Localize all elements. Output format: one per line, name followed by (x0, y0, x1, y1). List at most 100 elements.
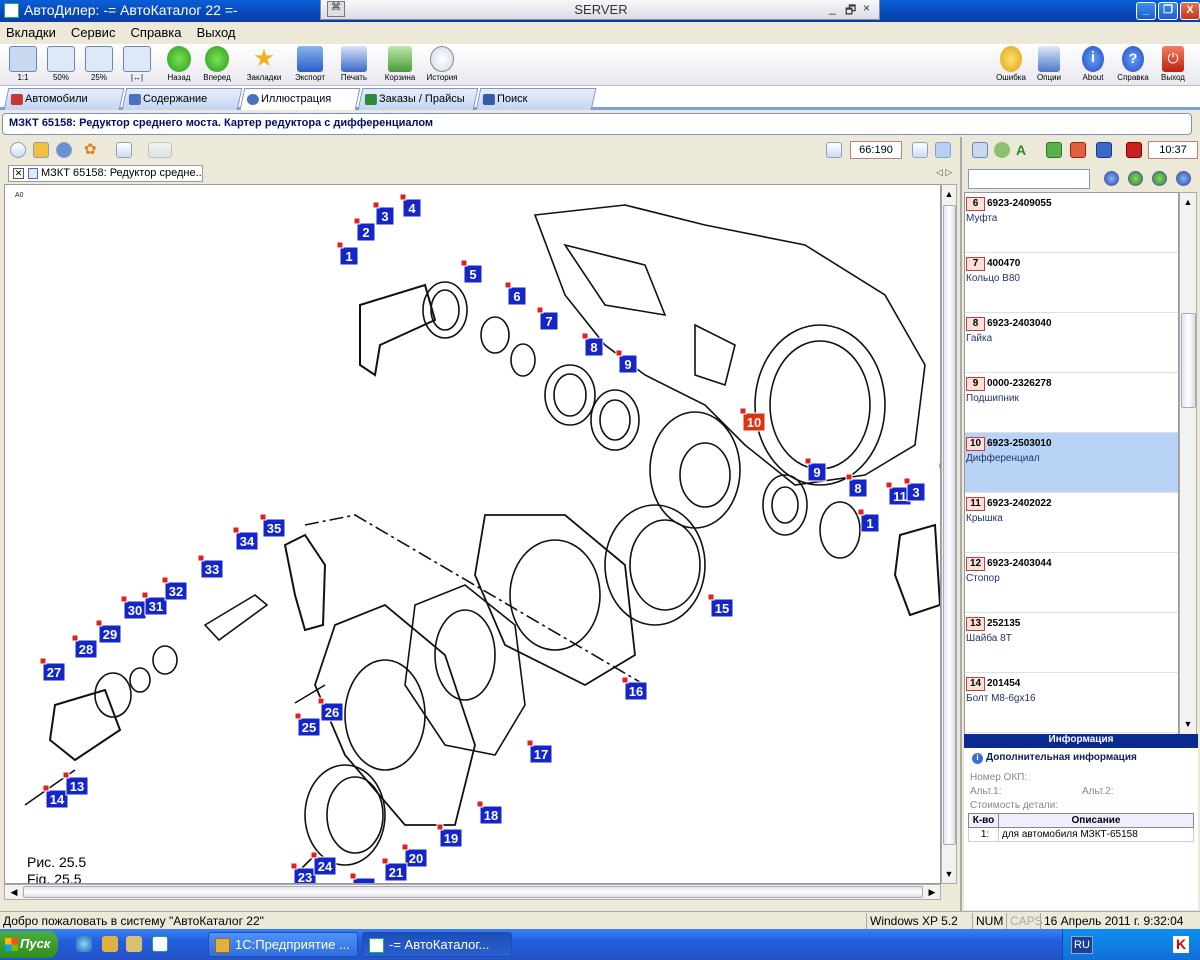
last-page-icon[interactable] (1176, 171, 1191, 186)
callout-13[interactable]: 13 (62, 771, 89, 796)
export-button[interactable]: Экспорт (290, 46, 330, 82)
zoom-50-button[interactable]: 50% (44, 46, 78, 82)
minimize-button[interactable]: _ (1136, 2, 1156, 20)
delete-icon[interactable] (1070, 142, 1086, 158)
list-item[interactable]: 8 6923-2403040 Гайка (965, 313, 1178, 373)
about-button[interactable]: i About (1076, 46, 1110, 82)
scroll-up-icon[interactable]: ▲ (942, 187, 956, 201)
history-button[interactable]: История (422, 46, 462, 82)
callout-9[interactable]: 9 (804, 457, 827, 482)
globe-icon[interactable] (56, 142, 72, 158)
callout-3[interactable]: 3 (372, 201, 395, 226)
callout-7[interactable]: 7 (536, 306, 559, 331)
callout-8[interactable]: 8 (845, 473, 868, 498)
close-doc-tab-icon[interactable]: ✕ (13, 168, 24, 179)
menu-exit[interactable]: Выход (191, 22, 242, 43)
callout-34[interactable]: 34 (232, 526, 259, 551)
forward-button[interactable]: Вперед (198, 46, 236, 82)
bookmarks-button[interactable]: ★ Закладки (242, 46, 286, 83)
kaspersky-icon[interactable]: K (1173, 936, 1189, 953)
callout-32[interactable]: 32 (161, 576, 188, 601)
pin-star-icon[interactable]: ✿ (84, 142, 100, 158)
callout-29[interactable]: 29 (95, 619, 122, 644)
scroll-right-icon[interactable]: ▶ (925, 885, 939, 899)
callout-8[interactable]: 8 (581, 332, 604, 357)
next-page-icon[interactable] (1152, 171, 1167, 186)
exploded-diagram[interactable]: 1234567891098111312151617181920212223242… (4, 184, 941, 884)
callout-19[interactable]: 19 (436, 823, 463, 848)
callout-25[interactable]: 25 (294, 712, 321, 737)
camera-icon[interactable] (116, 142, 132, 158)
refresh-icon[interactable] (10, 142, 26, 158)
callout-22[interactable]: 22 (349, 872, 376, 884)
callout-10[interactable]: 10 (739, 407, 766, 432)
options-button[interactable]: Опции (1032, 46, 1066, 82)
first-page-icon[interactable] (1104, 171, 1119, 186)
callout-15[interactable]: 15 (707, 593, 734, 618)
callout-30[interactable]: 30 (120, 595, 147, 620)
tab-orders[interactable]: Заказы / Прайсы (357, 88, 479, 110)
parts-list-scrollbar[interactable]: ▲ ▼ (1179, 192, 1197, 735)
document-tab[interactable]: ✕ МЗКТ 65158: Редуктор средне... (8, 165, 203, 182)
callout-6[interactable]: 6 (504, 281, 527, 306)
font-icon[interactable]: A (1016, 142, 1032, 158)
callout-4[interactable]: 4 (399, 193, 422, 218)
parts-search-input[interactable] (968, 169, 1090, 189)
callout-3[interactable]: 3 (903, 477, 926, 502)
list-scroll-up-icon[interactable]: ▲ (1181, 195, 1195, 209)
menu-service[interactable]: Сервис (65, 22, 122, 43)
callout-17[interactable]: 17 (526, 739, 553, 764)
maximize-button[interactable]: ❐ (1158, 2, 1178, 20)
list-scroll-thumb[interactable] (1181, 313, 1196, 408)
callout-33[interactable]: 33 (197, 554, 224, 579)
language-indicator[interactable]: RU (1071, 936, 1093, 954)
tab-search[interactable]: Поиск (475, 88, 597, 110)
prev-page-icon[interactable] (1128, 171, 1143, 186)
quicklaunch-tool-icon[interactable] (126, 936, 142, 952)
diagram-horizontal-scrollbar[interactable]: ◀ ▶ (4, 884, 941, 900)
list-view-icon[interactable] (935, 142, 951, 158)
remote-minimize-button[interactable]: _ (829, 1, 836, 15)
1c-quicklaunch-icon[interactable] (102, 936, 118, 952)
list-item[interactable]: 7 400470 Кольцо В80 (965, 253, 1178, 313)
up-arrow-icon[interactable] (1046, 142, 1062, 158)
callout-31[interactable]: 31 (141, 591, 168, 616)
callout-35[interactable]: 35 (259, 513, 286, 538)
taskbar-item-1c[interactable]: 1С:Предприятие ... (208, 932, 358, 957)
callout-14[interactable]: 14 (42, 784, 69, 809)
scroll-down-icon[interactable]: ▼ (942, 867, 956, 881)
sync-icon[interactable] (994, 142, 1010, 158)
print-list-icon[interactable] (1126, 142, 1142, 158)
callout-28[interactable]: 28 (71, 634, 98, 659)
split-view-icon[interactable] (912, 142, 928, 158)
callout-16[interactable]: 16 (621, 676, 648, 701)
callout-18[interactable]: 18 (476, 800, 503, 825)
tab-cars[interactable]: Автомобили (3, 88, 125, 110)
tab-contents[interactable]: Содержание (121, 88, 243, 110)
menu-help[interactable]: Справка (125, 22, 188, 43)
internet-explorer-icon[interactable] (76, 936, 92, 952)
start-button[interactable]: Пуск (0, 931, 58, 958)
list-item[interactable]: 6 6923-2409055 Муфта (965, 193, 1178, 253)
help-button[interactable]: ? Справка (1114, 46, 1152, 82)
tab-scroll-arrows[interactable]: ◁ ▷ (936, 167, 952, 178)
taskbar-item-autocatalog[interactable]: -= АвтоКаталог... (362, 932, 512, 957)
callout-5[interactable]: 5 (460, 259, 483, 284)
list-item-selected[interactable]: 10 6923-2503010 Дифференциал (965, 433, 1178, 493)
edit-icon[interactable] (1096, 142, 1112, 158)
callout-1[interactable]: 1 (857, 508, 880, 533)
3d-icon[interactable] (148, 142, 172, 158)
autocatalog-quicklaunch-icon[interactable] (152, 936, 168, 952)
remote-close-button[interactable]: × (863, 1, 870, 15)
zoom-1-1-button[interactable]: 1:1 (6, 46, 40, 82)
remote-restore-button[interactable]: 🗗 (845, 1, 856, 22)
basket-button[interactable]: Корзина (380, 46, 420, 82)
callout-9[interactable]: 9 (615, 349, 638, 374)
print-button[interactable]: Печать (334, 46, 374, 82)
hscroll-thumb[interactable] (23, 886, 923, 898)
menu-tabs[interactable]: Вкладки (0, 22, 62, 43)
copy-list-icon[interactable] (972, 142, 988, 158)
zoom-25-button[interactable]: 25% (82, 46, 116, 82)
close-button[interactable]: X (1180, 2, 1200, 20)
exit-button[interactable]: ⏻ Выход (1156, 46, 1190, 82)
